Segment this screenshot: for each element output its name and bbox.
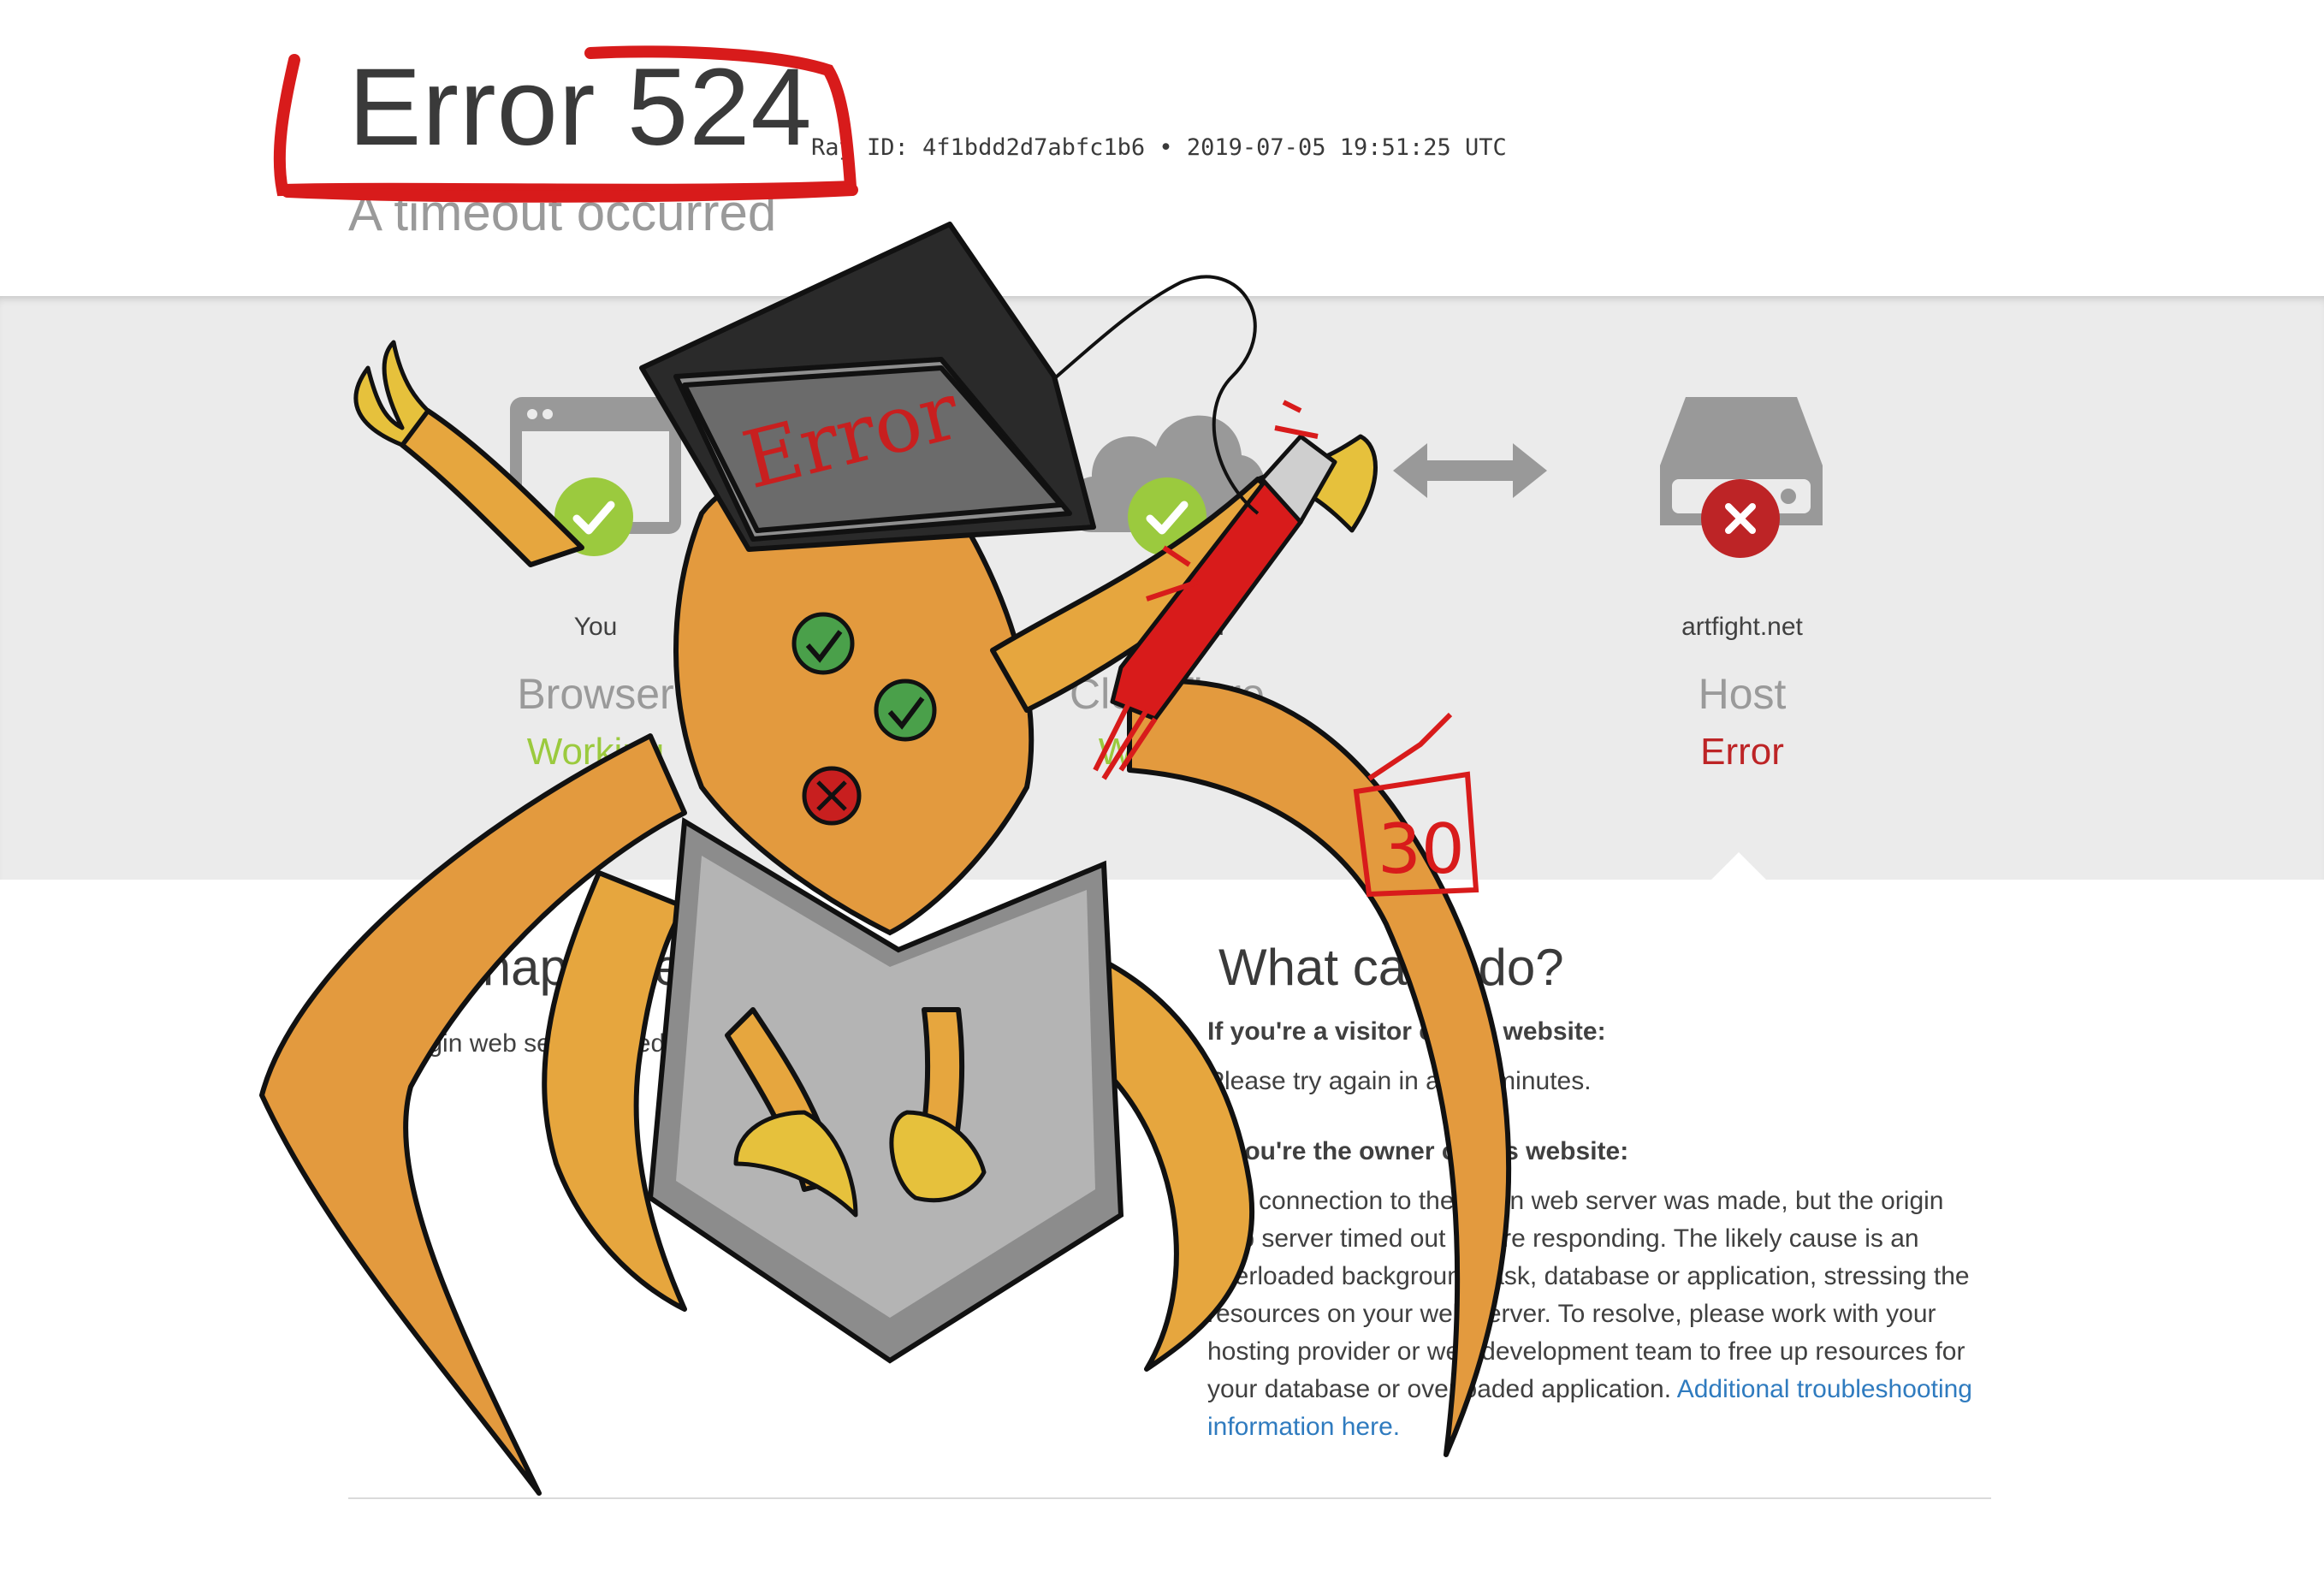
hand-drawn-overlay: Error 30 [259,45,1512,1496]
red-circle-scribble [273,45,858,203]
red-tag-number: 30 [1378,809,1465,889]
